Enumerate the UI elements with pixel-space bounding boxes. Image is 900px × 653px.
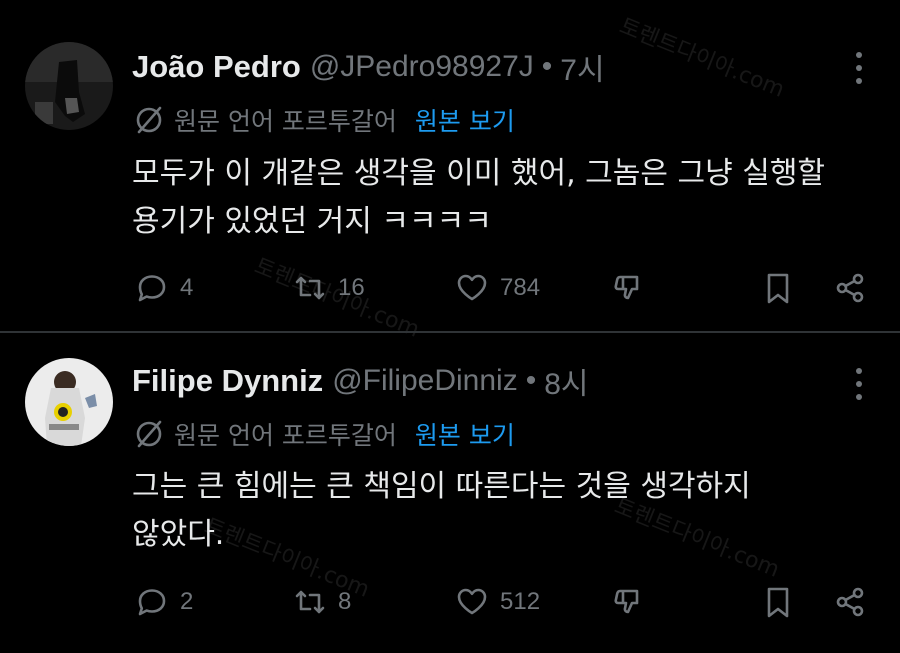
share-button[interactable] xyxy=(832,582,868,622)
dislike-button[interactable] xyxy=(610,582,646,622)
translation-label: 원문 언어 포르투갈어 xyxy=(174,107,397,136)
translation-notice: 원문 언어 포르투갈어 원본 보기 xyxy=(132,416,515,452)
more-dot xyxy=(856,65,862,71)
more-dot xyxy=(856,381,862,387)
retweet-count: 16 xyxy=(338,274,365,301)
dislike-icon xyxy=(610,584,646,620)
more-dot xyxy=(856,368,862,374)
user-handle[interactable]: @JPedro98927J xyxy=(310,50,534,84)
like-count: 512 xyxy=(500,588,541,615)
heart-icon xyxy=(454,584,490,620)
more-dot xyxy=(856,78,862,84)
dislike-icon xyxy=(610,270,646,306)
bookmark-icon xyxy=(760,270,796,306)
tweet-reply[interactable]: João Pedro @JPedro98927J • 7시 원문 언어 포르투갈… xyxy=(0,0,900,331)
translation-label: 원문 언어 포르투갈어 xyxy=(174,421,397,450)
tweet-text: 그는 큰 힘에는 큰 책임이 따른다는 것을 생각하지 않았다. xyxy=(132,469,751,552)
user-handle[interactable]: @FilipeDinniz xyxy=(332,364,518,398)
like-button[interactable]: 512 xyxy=(454,582,540,622)
tweet-text: 모두가 이 개같은 생각을 이미 했어, 그놈은 그냥 실행할 용기가 있었던 … xyxy=(132,156,826,239)
avatar[interactable] xyxy=(25,42,113,130)
like-count: 784 xyxy=(500,274,541,301)
share-icon xyxy=(832,270,868,306)
retweet-icon xyxy=(292,270,328,306)
timestamp[interactable]: 8시 xyxy=(544,359,588,403)
heart-icon xyxy=(454,270,490,306)
show-original-link[interactable]: 원본 보기 xyxy=(415,416,515,452)
separator-dot: • xyxy=(541,50,553,83)
tweet-reply[interactable]: Filipe Dynniz @FilipeDinniz • 8시 원문 언어 포… xyxy=(0,333,900,653)
avatar[interactable] xyxy=(25,358,113,446)
tweet-header: João Pedro @JPedro98927J • 7시 xyxy=(132,47,605,87)
reply-button[interactable]: 2 xyxy=(134,582,193,622)
translate-icon xyxy=(132,103,166,137)
reply-count: 4 xyxy=(180,274,194,301)
translate-icon xyxy=(132,417,166,451)
reply-icon xyxy=(134,584,170,620)
more-dot xyxy=(856,52,862,58)
more-options-button[interactable] xyxy=(854,52,864,84)
like-button[interactable]: 784 xyxy=(454,268,540,308)
show-original-link[interactable]: 원본 보기 xyxy=(415,102,515,138)
tweet-header: Filipe Dynniz @FilipeDinniz • 8시 xyxy=(132,361,589,401)
retweet-icon xyxy=(292,584,328,620)
bookmark-icon xyxy=(760,584,796,620)
reply-button[interactable]: 4 xyxy=(134,268,193,308)
display-name[interactable]: João Pedro xyxy=(132,49,301,85)
share-icon xyxy=(832,584,868,620)
separator-dot: • xyxy=(525,364,537,397)
tweet-actions: 2 8 512 xyxy=(132,582,900,622)
translation-notice: 원문 언어 포르투갈어 원본 보기 xyxy=(132,102,515,138)
retweet-count: 8 xyxy=(338,588,352,615)
bookmark-button[interactable] xyxy=(760,268,796,308)
display-name[interactable]: Filipe Dynniz xyxy=(132,363,323,399)
more-options-button[interactable] xyxy=(854,368,864,400)
dislike-button[interactable] xyxy=(610,268,646,308)
reply-icon xyxy=(134,270,170,306)
reply-count: 2 xyxy=(180,588,194,615)
retweet-button[interactable]: 8 xyxy=(292,582,351,622)
tweet-actions: 4 16 784 xyxy=(132,268,900,308)
timestamp[interactable]: 7시 xyxy=(560,45,604,89)
bookmark-button[interactable] xyxy=(760,582,796,622)
more-dot xyxy=(856,394,862,400)
share-button[interactable] xyxy=(832,268,868,308)
retweet-button[interactable]: 16 xyxy=(292,268,365,308)
